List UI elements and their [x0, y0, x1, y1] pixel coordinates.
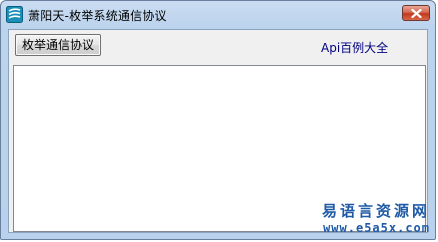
close-button[interactable] — [402, 5, 430, 21]
enum-protocols-button[interactable]: 枚举通信协议 — [15, 34, 101, 56]
title-bar[interactable]: 萧阳天-枚举系统通信协议 — [1, 1, 435, 29]
watermark-url: www.e5a5x.com — [323, 221, 430, 235]
app-window: 萧阳天-枚举系统通信协议 枚举通信协议 Api百例大全 易语言资源网 www.e… — [0, 0, 436, 240]
app-logo-icon — [6, 6, 23, 23]
watermark: 易语言资源网 www.e5a5x.com — [310, 200, 430, 235]
watermark-site-name: 易语言资源网 — [321, 202, 430, 220]
api-examples-link[interactable]: Api百例大全 — [321, 39, 388, 56]
window-title: 萧阳天-枚举系统通信协议 — [28, 9, 167, 23]
close-icon — [411, 9, 422, 18]
